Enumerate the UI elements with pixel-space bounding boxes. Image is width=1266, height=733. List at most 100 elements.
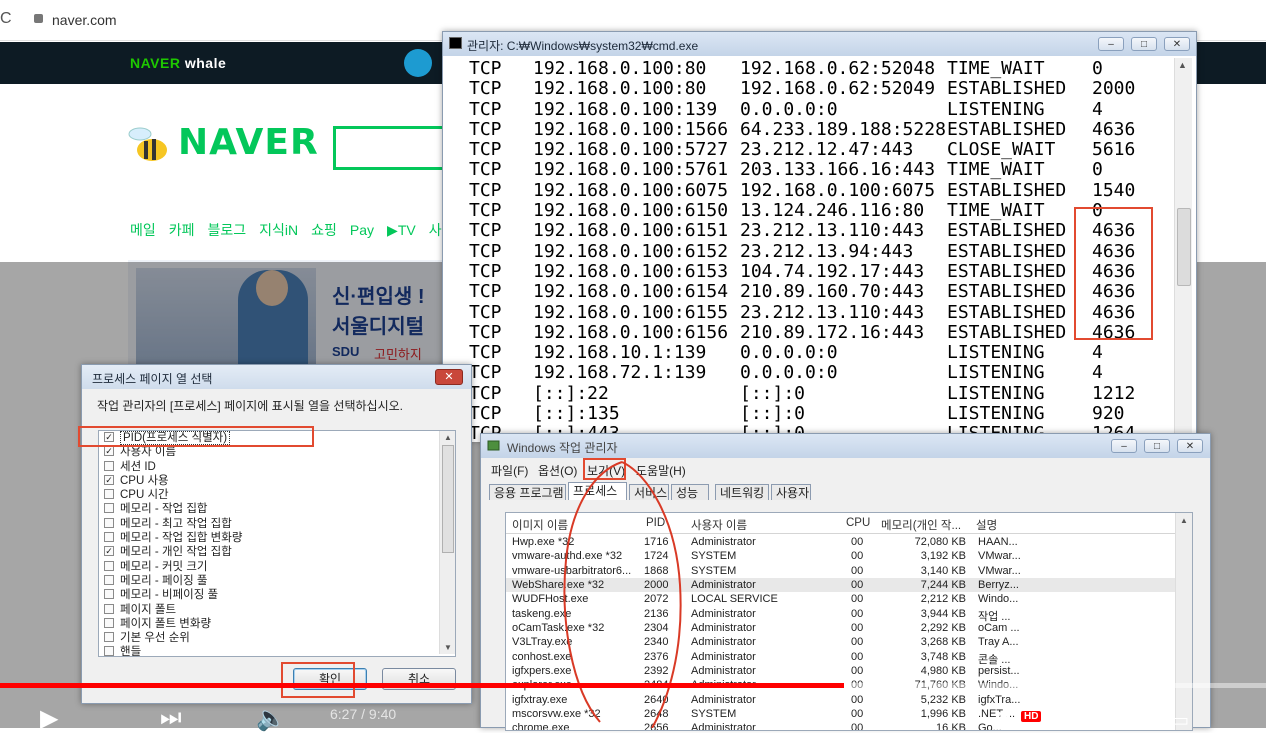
column-user-name[interactable]: 사용자 이름 [691, 517, 747, 533]
close-button[interactable]: ✕ [1177, 439, 1203, 453]
option-checkbox[interactable] [104, 646, 114, 656]
column-option[interactable]: 메모리 - 페이징 풀 [99, 574, 455, 588]
option-checkbox[interactable] [104, 589, 114, 600]
column-image-name[interactable]: 이미지 이름 [512, 517, 568, 533]
cmd-titlebar[interactable]: 관리자: C:₩Windows₩system32₩cmd.exe – □ ✕ [443, 32, 1196, 56]
netstat-row: TCP [::]:135 [::]:0 LISTENING 920 [445, 403, 1177, 425]
volume-icon[interactable]: 🔈 [256, 704, 286, 733]
option-checkbox[interactable] [104, 532, 114, 543]
naver-search-box[interactable] [333, 126, 453, 170]
tab-performance[interactable]: 성능 [671, 484, 709, 500]
process-row[interactable]: WUDFHost.exe 2072 LOCAL SERVICE 00 2,212 KB W… [506, 592, 1192, 606]
cmd-scrollbar[interactable]: ▲ [1174, 58, 1192, 440]
column-option[interactable]: 기본 우선 순위 [99, 631, 455, 645]
column-option[interactable]: 세션 ID [99, 460, 455, 474]
column-cpu[interactable]: CPU [846, 517, 870, 529]
option-checkbox[interactable] [104, 574, 114, 585]
dialog-titlebar[interactable]: 프로세스 페이지 열 선택 ✕ [82, 365, 471, 389]
process-row[interactable]: conhost.exe 2376 Administrator 00 3,748 KB 콘솔… [506, 650, 1192, 666]
column-option[interactable]: 메모리 - 작업 집합 변화량 [99, 531, 455, 545]
scroll-thumb[interactable] [1177, 208, 1191, 286]
option-checkbox[interactable] [104, 632, 114, 643]
scroll-up-icon[interactable]: ▲ [1178, 60, 1187, 70]
netstat-foreign-address: 0.0.0.0:0 [740, 98, 838, 120]
process-pid: 1724 [644, 550, 669, 563]
column-option-list[interactable]: ✓ PID(프로세스 식별자) ✓ 사용자 이름 세션 ID ✓ CPU 사용 CPU 시간 메… [98, 430, 456, 657]
column-description[interactable]: 설명 [976, 517, 997, 533]
maximize-button[interactable]: □ [1144, 439, 1170, 453]
process-cpu: 00 [851, 550, 864, 563]
option-checkbox[interactable]: ✓ [104, 446, 114, 457]
whale-brand[interactable]: NAVER whale [130, 55, 226, 71]
column-option[interactable]: 메모리 - 작업 집합 [99, 502, 455, 516]
scroll-up-icon[interactable]: ▲ [444, 433, 452, 442]
play-icon[interactable]: ▶ [40, 704, 58, 733]
column-memory[interactable]: 메모리(개인 작... [881, 517, 961, 533]
option-checkbox[interactable]: ✓ [104, 546, 114, 557]
netstat-protocol: TCP [469, 98, 502, 120]
option-checkbox[interactable] [104, 460, 114, 471]
scroll-up-icon[interactable]: ▲ [1180, 516, 1188, 525]
cmd-title: 관리자: C:₩Windows₩system32₩cmd.exe [467, 39, 699, 53]
minimize-button[interactable]: – [1111, 439, 1137, 453]
option-list-scrollbar[interactable]: ▲ ▼ [439, 431, 455, 654]
naver-nav-item[interactable]: ▶TV [387, 222, 416, 238]
video-progress-bar[interactable] [0, 683, 1266, 688]
menu-help[interactable]: 도움말(H) [636, 462, 686, 479]
naver-nav-item[interactable]: 쇼핑 [311, 222, 337, 238]
tab-services[interactable]: 서비스 [629, 484, 669, 500]
process-image-name: igfxpers.exe [512, 665, 572, 678]
tab-processes[interactable]: 프로세스 [568, 482, 627, 500]
column-option[interactable]: 페이지 폴트 변화량 [99, 617, 455, 631]
column-option[interactable]: 메모리 - 최고 작업 집합 [99, 517, 455, 531]
taskmgr-titlebar[interactable]: Windows 작업 관리자 – □ ✕ [481, 434, 1210, 458]
option-checkbox[interactable] [104, 603, 114, 614]
naver-nav-item[interactable]: 카페 [169, 222, 195, 238]
tab-networking[interactable]: 네트워킹 [715, 484, 769, 500]
maximize-button[interactable]: □ [1131, 37, 1157, 51]
url-text[interactable]: naver.com [52, 12, 117, 28]
column-option[interactable]: 페이지 폴트 [99, 603, 455, 617]
minimize-button[interactable]: – [1098, 37, 1124, 51]
process-row[interactable]: WebShare.exe *32 2000 Administrator 00 7,244… [506, 578, 1192, 593]
option-checkbox[interactable]: ✓ [104, 474, 114, 485]
option-checkbox[interactable] [104, 617, 114, 628]
scroll-down-icon[interactable]: ▼ [444, 643, 452, 652]
netstat-pid: 920 [1092, 403, 1125, 425]
tab-users[interactable]: 사용자 [771, 484, 811, 500]
process-row[interactable]: vmware-authd.exe *32 1724 SYSTEM 00 3,192 KB… [506, 549, 1192, 563]
naver-nav-item[interactable]: Pay [350, 222, 374, 238]
column-pid[interactable]: PID [646, 517, 665, 529]
column-select-dialog[interactable]: 프로세스 페이지 열 선택 ✕ 작업 관리자의 [프로세스] 페이지에 표시될 … [81, 364, 472, 704]
process-row[interactable]: vmware-usbarbitrator6... 1868 SYSTEM 00 3,14… [506, 564, 1192, 578]
reload-icon[interactable]: C [0, 10, 12, 28]
process-row[interactable]: V3LTray.exe 2340 Administrator 00 3,268 KB Tr… [506, 635, 1192, 649]
menu-file[interactable]: 파일(F) [491, 462, 528, 479]
scroll-thumb[interactable] [442, 445, 454, 553]
column-option[interactable]: ✓ CPU 사용 [99, 474, 455, 488]
option-checkbox[interactable] [104, 560, 114, 571]
naver-nav-item[interactable]: 지식iN [259, 222, 298, 238]
process-row[interactable]: oCamTask.exe *32 2304 Administrator 00 2,292… [506, 621, 1192, 635]
column-option[interactable]: 핸들 [99, 645, 455, 656]
tab-applications[interactable]: 응용 프로그램 [489, 484, 566, 500]
process-row[interactable]: Hwp.exe *32 1716 Administrator 00 72,080 KB H… [506, 535, 1192, 549]
naver-nav-item[interactable]: 메일 [130, 222, 156, 238]
process-row[interactable]: taskeng.exe 2136 Administrator 00 3,944 KB 작업… [506, 607, 1192, 623]
process-row[interactable]: igfxpers.exe 2392 Administrator 00 4,980 KB p… [506, 664, 1192, 678]
close-button[interactable]: ✕ [1164, 37, 1190, 51]
option-checkbox[interactable] [104, 503, 114, 514]
naver-nav-item[interactable]: 블로그 [208, 222, 247, 238]
column-option[interactable]: CPU 시간 [99, 488, 455, 502]
option-checkbox[interactable] [104, 517, 114, 528]
netstat-pid: 0 [1092, 159, 1103, 181]
menu-options[interactable]: 옵션(O) [538, 462, 577, 479]
naver-nav-item[interactable]: 사 [429, 222, 442, 238]
column-option[interactable]: 메모리 - 커밋 크기 [99, 560, 455, 574]
column-option[interactable]: ✓ 메모리 - 개인 작업 집합 [99, 545, 455, 559]
column-option[interactable]: 메모리 - 비페이징 풀 [99, 588, 455, 602]
column-option[interactable]: ✓ 사용자 이름 [99, 445, 455, 459]
dialog-close-button[interactable]: ✕ [435, 369, 463, 385]
settings-icon[interactable]: ⚙ [995, 708, 1011, 729]
option-checkbox[interactable] [104, 489, 114, 500]
